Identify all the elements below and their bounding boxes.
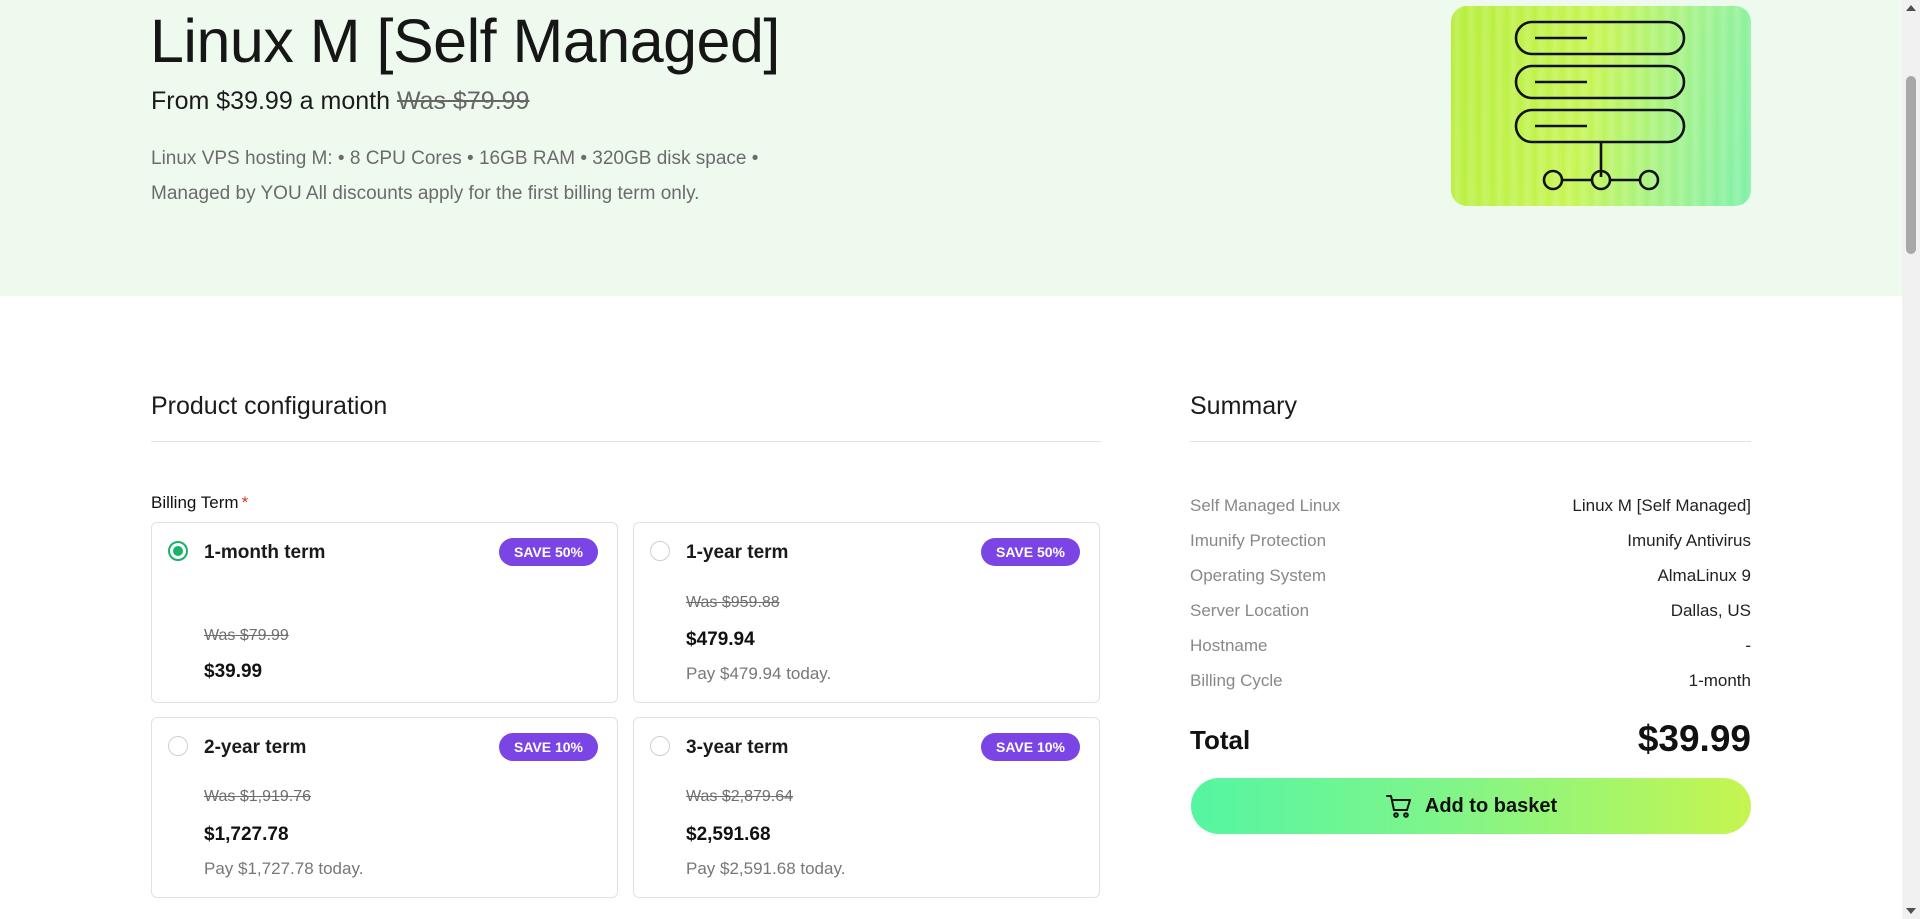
summary-row-label: Self Managed Linux bbox=[1190, 496, 1341, 515]
term-was-price: Was $2,879.64 bbox=[686, 788, 794, 805]
configuration-title: Product configuration bbox=[151, 392, 388, 420]
summary-row-label: Billing Cycle bbox=[1190, 671, 1283, 690]
term-option-2-year[interactable]: 2-year term SAVE 10% Was $1,919.76 $1,72… bbox=[151, 717, 618, 898]
term-radio[interactable] bbox=[650, 541, 670, 561]
save-badge: SAVE 10% bbox=[981, 733, 1080, 761]
summary-row-server-location: Server Location Dallas, US bbox=[1190, 601, 1751, 625]
term-price: $39.99 bbox=[204, 661, 263, 682]
summary-row-label: Imunify Protection bbox=[1190, 531, 1327, 550]
summary-row-billing-cycle: Billing Cycle 1-month bbox=[1190, 671, 1751, 695]
term-was-price: Was $1,919.76 bbox=[204, 788, 312, 805]
term-price: $1,727.78 bbox=[204, 824, 289, 845]
product-title: Linux M [Self Managed] bbox=[150, 7, 780, 75]
term-pay-today: Pay $479.94 today. bbox=[686, 664, 832, 683]
term-name: 1-month term bbox=[204, 542, 326, 563]
term-option-1-year[interactable]: 1-year term SAVE 50% Was $959.88 $479.94… bbox=[633, 522, 1100, 703]
term-name: 2-year term bbox=[204, 737, 307, 758]
hero-price: From $39.99 a month Was $79.99 bbox=[151, 87, 529, 116]
summary-row-label: Hostname bbox=[1190, 636, 1268, 655]
term-option-3-year[interactable]: 3-year term SAVE 10% Was $2,879.64 $2,59… bbox=[633, 717, 1100, 898]
summary-row-label: Operating System bbox=[1190, 566, 1327, 585]
product-description: Linux VPS hosting M: • 8 CPU Cores • 16G… bbox=[151, 148, 759, 204]
scroll-down-arrow-icon[interactable] bbox=[1906, 908, 1916, 914]
summary-row-imunify-protection: Imunify Protection Imunify Antivirus bbox=[1190, 531, 1751, 555]
total-label: Total bbox=[1190, 725, 1251, 755]
total-value: $39.99 bbox=[1637, 718, 1751, 759]
term-price: $2,591.68 bbox=[686, 824, 771, 845]
term-pay-today: Pay $1,727.78 today. bbox=[204, 859, 364, 878]
summary-divider bbox=[1190, 441, 1751, 442]
term-was-price: Was $79.99 bbox=[204, 627, 289, 644]
cart-icon bbox=[1385, 795, 1411, 818]
term-radio[interactable] bbox=[650, 736, 670, 756]
summary-row-label: Server Location bbox=[1190, 601, 1310, 620]
product-hero: Linux M [Self Managed] From $39.99 a mon… bbox=[0, 0, 1902, 296]
summary-row-value: Linux M [Self Managed] bbox=[1572, 496, 1751, 515]
billing-term-label: Billing Term * bbox=[151, 493, 248, 513]
summary-title: Summary bbox=[1190, 392, 1297, 420]
summary-row-value: Imunify Antivirus bbox=[1627, 531, 1751, 550]
term-name: 1-year term bbox=[686, 542, 789, 563]
term-price: $479.94 bbox=[686, 629, 755, 650]
add-to-basket-button[interactable]: Add to basket bbox=[1191, 778, 1751, 834]
summary-row-hostname: Hostname - bbox=[1190, 636, 1751, 660]
save-badge: SAVE 10% bbox=[499, 733, 598, 761]
summary-row-operating-system: Operating System AlmaLinux 9 bbox=[1190, 566, 1751, 590]
server-network-icon bbox=[1514, 20, 1686, 191]
term-was-price: Was $959.88 bbox=[686, 594, 780, 611]
summary-row-self-managed-linux: Self Managed Linux Linux M [Self Managed… bbox=[1190, 496, 1751, 520]
product-image bbox=[1451, 6, 1751, 206]
term-pay-today: Pay $2,591.68 today. bbox=[686, 859, 846, 878]
scrollbar-thumb[interactable] bbox=[1906, 76, 1916, 254]
term-radio[interactable] bbox=[168, 736, 188, 756]
term-name: 3-year term bbox=[686, 737, 789, 758]
page-scrollbar[interactable] bbox=[1902, 0, 1920, 919]
billing-term-label-text: Billing Term bbox=[151, 493, 239, 512]
scroll-up-arrow-icon[interactable] bbox=[1906, 5, 1916, 11]
save-badge: SAVE 50% bbox=[981, 538, 1080, 566]
summary-row-value: Dallas, US bbox=[1670, 601, 1751, 620]
hero-price-from: From $39.99 a month bbox=[151, 87, 391, 115]
term-radio-selected[interactable] bbox=[168, 541, 188, 561]
term-option-1-month[interactable]: 1-month term SAVE 50% Was $79.99 $39.99 bbox=[151, 522, 618, 703]
required-marker: * bbox=[241, 493, 249, 512]
save-badge: SAVE 50% bbox=[499, 538, 598, 566]
hero-was-price: Was $79.99 bbox=[396, 87, 530, 115]
add-to-basket-label: Add to basket bbox=[1424, 794, 1558, 817]
summary-row-value: 1-month bbox=[1688, 671, 1751, 690]
summary-row-value: - bbox=[1745, 636, 1751, 655]
summary-row-value: AlmaLinux 9 bbox=[1657, 566, 1751, 585]
configuration-divider bbox=[151, 441, 1101, 442]
